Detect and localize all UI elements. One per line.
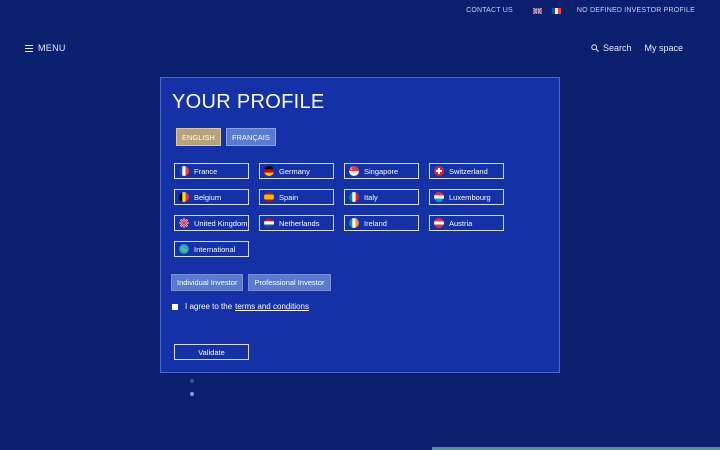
contact-us-link[interactable]: CONTACT US <box>466 7 513 14</box>
country-label: Ireland <box>364 218 387 228</box>
carousel-dot-active[interactable] <box>190 392 194 396</box>
country-international-button[interactable]: International <box>174 241 249 257</box>
terms-checkbox[interactable] <box>172 303 178 310</box>
country-label: Luxembourg <box>449 192 491 202</box>
header-actions: Search My space <box>591 43 683 53</box>
menu-label: MENU <box>38 43 66 53</box>
country-austria-button[interactable]: Austria <box>429 215 504 231</box>
country-label: Netherlands <box>279 218 320 228</box>
france-flag-icon <box>179 166 189 176</box>
top-utility-bar: CONTACT US NO DEFINED INVESTOR PROFILE <box>466 7 695 14</box>
language-french-button[interactable]: FRANÇAIS <box>225 128 276 146</box>
validate-button[interactable]: Validate <box>174 344 249 360</box>
country-luxembourg-button[interactable]: Luxembourg <box>429 189 504 205</box>
country-netherlands-button[interactable]: Netherlands <box>259 215 334 231</box>
country-switzerland-button[interactable]: Switzerland <box>429 163 504 179</box>
country-belgium-button[interactable]: Belgium <box>174 189 249 205</box>
professional-investor-button[interactable]: Professional Investor <box>248 274 331 291</box>
country-france-button[interactable]: France <box>174 163 249 179</box>
country-label: International <box>194 244 236 254</box>
country-label: France <box>194 166 218 176</box>
country-united-kingdom-button[interactable]: United Kingdom <box>174 215 249 231</box>
search-link[interactable]: Search <box>603 43 632 53</box>
language-tabs: ENGLISH FRANÇAIS <box>176 128 276 146</box>
country-germany-button[interactable]: Germany <box>259 163 334 179</box>
page-title: YOUR PROFILE <box>172 91 325 113</box>
netherlands-flag-icon <box>264 218 274 228</box>
country-spain-button[interactable]: Spain <box>259 189 334 205</box>
hamburger-icon <box>25 44 33 52</box>
country-label: Germany <box>279 166 310 176</box>
luxembourg-flag-icon <box>434 192 444 202</box>
spain-flag-icon <box>264 192 274 202</box>
italy-flag-icon <box>349 192 359 202</box>
country-label: Switzerland <box>449 166 488 176</box>
singapore-flag-icon <box>349 166 359 176</box>
investor-profile-status[interactable]: NO DEFINED INVESTOR PROFILE <box>577 7 695 14</box>
united-kingdom-flag-icon <box>179 218 189 228</box>
my-space-link[interactable]: My space <box>644 43 683 53</box>
search-icon[interactable] <box>591 44 599 52</box>
country-label: Spain <box>279 192 299 202</box>
terms-agreement: I agree to the terms and conditions <box>172 302 309 311</box>
carousel-dot[interactable] <box>190 379 194 383</box>
country-list: France Germany Singapore Switzerland Bel… <box>174 163 504 257</box>
belgium-flag-icon <box>179 192 189 202</box>
menu-button[interactable]: MENU <box>25 43 66 53</box>
country-label: United Kingdom <box>194 218 248 228</box>
profile-dialog: YOUR PROFILE ENGLISH FRANÇAIS France Ger… <box>160 77 560 373</box>
french-flag-icon[interactable] <box>551 7 561 14</box>
terms-and-conditions-link[interactable]: terms and conditions <box>235 302 309 311</box>
country-ireland-button[interactable]: Ireland <box>344 215 419 231</box>
country-label: Austria <box>449 218 473 228</box>
ireland-flag-icon <box>349 218 359 228</box>
individual-investor-button[interactable]: Individual Investor <box>171 274 244 291</box>
country-label: Belgium <box>194 192 222 202</box>
language-english-button[interactable]: ENGLISH <box>176 128 221 146</box>
country-singapore-button[interactable]: Singapore <box>344 163 419 179</box>
uk-flag-icon[interactable] <box>532 7 543 14</box>
country-label: Italy <box>364 192 378 202</box>
agree-text: I agree to the <box>185 302 233 311</box>
germany-flag-icon <box>264 166 274 176</box>
country-label: Singapore <box>364 166 399 176</box>
globe-icon <box>179 244 189 254</box>
investor-type-buttons: Individual Investor Professional Investo… <box>171 274 331 291</box>
austria-flag-icon <box>434 218 444 228</box>
switzerland-flag-icon <box>434 166 444 176</box>
country-italy-button[interactable]: Italy <box>344 189 419 205</box>
